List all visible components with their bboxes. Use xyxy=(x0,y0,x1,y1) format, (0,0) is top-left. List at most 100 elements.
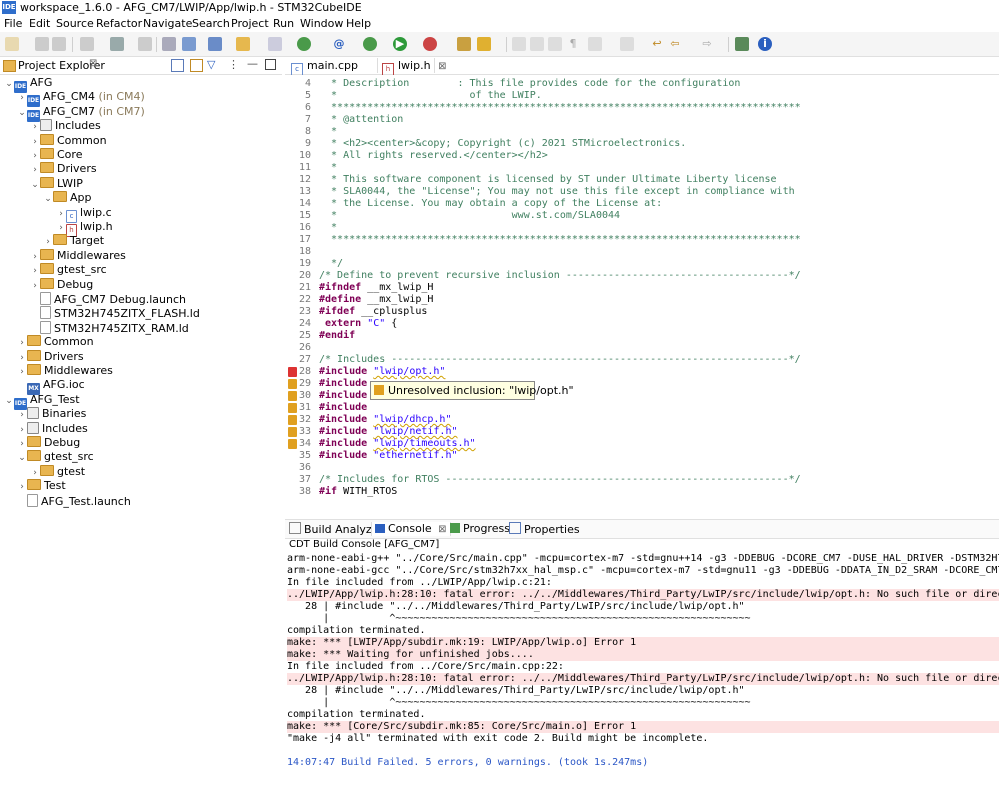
tree-item[interactable]: › Target xyxy=(43,234,104,248)
menu-navigate[interactable]: Navigate xyxy=(143,17,192,30)
error-marker-icon[interactable] xyxy=(288,367,297,377)
tree-item[interactable]: ⌄ IDE AFG_Test xyxy=(4,393,80,410)
chevron-down-icon[interactable]: ⌄ xyxy=(43,192,53,206)
filter-icon[interactable]: ▽ xyxy=(207,58,215,71)
debug-icon[interactable] xyxy=(182,37,196,51)
chevron-right-icon[interactable]: › xyxy=(17,408,27,422)
collapse-all-icon[interactable] xyxy=(171,59,184,72)
new-file-icon[interactable] xyxy=(268,37,282,51)
tree-item[interactable]: › Common xyxy=(17,335,94,349)
chevron-right-icon[interactable]: › xyxy=(17,365,27,379)
forward-icon[interactable]: ⇨ xyxy=(700,37,714,51)
open-type-icon[interactable] xyxy=(457,37,471,51)
tree-item[interactable]: AFG_Test.launch xyxy=(17,493,131,508)
chevron-right-icon[interactable]: › xyxy=(17,336,27,350)
tree-item[interactable]: STM32H745ZITX_RAM.ld xyxy=(30,320,189,335)
chevron-down-icon[interactable]: ⌄ xyxy=(30,178,40,192)
chevron-right-icon[interactable]: › xyxy=(30,120,40,134)
chevron-right-icon[interactable]: › xyxy=(30,135,40,149)
back-icon[interactable]: ⇦ xyxy=(668,37,682,51)
at-icon[interactable]: @ xyxy=(332,37,346,51)
tree-item[interactable]: ⌄ gtest_src xyxy=(17,450,94,464)
close-icon[interactable]: ⊠ xyxy=(89,58,97,69)
menu-source[interactable]: Source xyxy=(56,17,94,30)
chevron-right-icon[interactable]: › xyxy=(30,264,40,278)
tree-item[interactable]: › IDE AFG_CM4 (in CM4) xyxy=(17,90,145,108)
warning-marker-icon[interactable] xyxy=(288,403,297,413)
close-icon[interactable]: ⊠ xyxy=(438,61,446,72)
run-icon[interactable]: ▶ xyxy=(393,37,407,51)
tree-item[interactable]: AFG_CM7 Debug.launch xyxy=(30,292,186,306)
warning-marker-icon[interactable] xyxy=(288,415,297,425)
tree-item[interactable]: STM32H745ZITX_FLASH.ld xyxy=(30,306,200,320)
tree-item[interactable]: › Debug xyxy=(17,436,80,450)
tree-item[interactable]: › Drivers xyxy=(17,349,84,365)
link-editor-icon[interactable] xyxy=(190,59,203,72)
tree-item[interactable]: › Middlewares xyxy=(30,248,126,264)
tree-item[interactable]: › gtest_src xyxy=(30,263,107,277)
warning-marker-icon[interactable] xyxy=(288,427,297,437)
chevron-right-icon[interactable]: › xyxy=(30,163,40,177)
build-config-icon[interactable] xyxy=(80,37,94,51)
chevron-right-icon[interactable]: › xyxy=(30,279,40,293)
close-icon[interactable]: ⊠ xyxy=(438,524,446,535)
maximize-icon[interactable] xyxy=(265,59,276,70)
toggle-icon[interactable] xyxy=(548,37,562,51)
next-annotation-icon[interactable] xyxy=(588,37,602,51)
code-editor[interactable]: 4 * Description : This file provides cod… xyxy=(285,75,999,515)
external-tools-icon[interactable] xyxy=(423,37,437,51)
menu-edit[interactable]: Edit xyxy=(29,17,50,30)
chevron-right-icon[interactable]: › xyxy=(17,423,27,437)
wand-icon[interactable] xyxy=(477,37,491,51)
mark-icon[interactable] xyxy=(530,37,544,51)
search-icon[interactable] xyxy=(162,37,176,51)
chevron-right-icon[interactable]: › xyxy=(17,351,27,365)
tree-item[interactable]: ⌄ IDE AFG xyxy=(4,76,52,93)
tree-item[interactable]: › gtest xyxy=(30,464,85,480)
tree-item[interactable]: › Includes xyxy=(30,119,101,133)
chevron-right-icon[interactable]: › xyxy=(30,466,40,480)
open-folder-icon[interactable] xyxy=(236,37,250,51)
warning-marker-icon[interactable] xyxy=(288,439,297,449)
perspective-icon[interactable] xyxy=(735,37,749,51)
save-icon[interactable] xyxy=(35,37,49,51)
new-icon[interactable] xyxy=(5,37,19,51)
tree-item[interactable]: ⌄ App xyxy=(43,191,92,205)
warning-marker-icon[interactable] xyxy=(288,379,297,389)
chevron-down-icon[interactable]: ⌄ xyxy=(4,394,14,408)
minimize-icon[interactable]: — xyxy=(247,57,258,70)
menu-search[interactable]: Search xyxy=(192,17,230,30)
tree-item[interactable]: › Middlewares xyxy=(17,364,113,378)
tree-item[interactable]: › Drivers xyxy=(30,162,97,176)
prev-annotation-icon[interactable] xyxy=(620,37,634,51)
tab-lwip-h[interactable]: h lwip.h ⊠ xyxy=(377,58,446,76)
tree-item[interactable]: ⌄ LWIP xyxy=(30,176,83,192)
tree-item[interactable]: › Includes xyxy=(17,421,88,437)
chevron-right-icon[interactable]: › xyxy=(56,207,66,221)
tree-item[interactable]: › Binaries xyxy=(17,407,86,421)
menu-refactor[interactable]: Refactor xyxy=(96,17,142,30)
tab-properties[interactable]: Properties xyxy=(509,522,580,536)
manage-icon[interactable] xyxy=(138,37,152,51)
tab-build-analyzer[interactable]: Build Analyzer xyxy=(289,522,383,536)
pilcrow-icon[interactable]: ¶ xyxy=(566,37,580,51)
chevron-down-icon[interactable]: ⌄ xyxy=(4,77,14,91)
view-menu-icon[interactable]: ⋮ xyxy=(228,58,239,71)
new-project-icon[interactable] xyxy=(208,37,222,51)
tree-item[interactable]: MX AFG.ioc xyxy=(17,378,85,396)
console-output[interactable]: arm-none-eabi-g++ "../Core/Src/main.cpp"… xyxy=(287,553,999,783)
chevron-right-icon[interactable]: › xyxy=(17,480,27,494)
tab-main-cpp[interactable]: c main.cpp xyxy=(291,58,377,76)
menu-window[interactable]: Window xyxy=(300,17,343,30)
tree-item[interactable]: › c lwip.c xyxy=(56,206,112,223)
tree-item[interactable]: › Common xyxy=(30,133,107,149)
last-edit-icon[interactable]: ↩ xyxy=(650,37,664,51)
build-icon[interactable] xyxy=(110,37,124,51)
chevron-right-icon[interactable]: › xyxy=(30,149,40,163)
tab-console[interactable]: Console ⊠ xyxy=(371,522,451,536)
chevron-right-icon[interactable]: › xyxy=(56,221,66,235)
menu-project[interactable]: Project xyxy=(231,17,269,30)
tree-item[interactable]: › h lwip.h xyxy=(56,220,113,237)
chevron-right-icon[interactable]: › xyxy=(17,91,27,105)
chevron-right-icon[interactable]: › xyxy=(30,250,40,264)
